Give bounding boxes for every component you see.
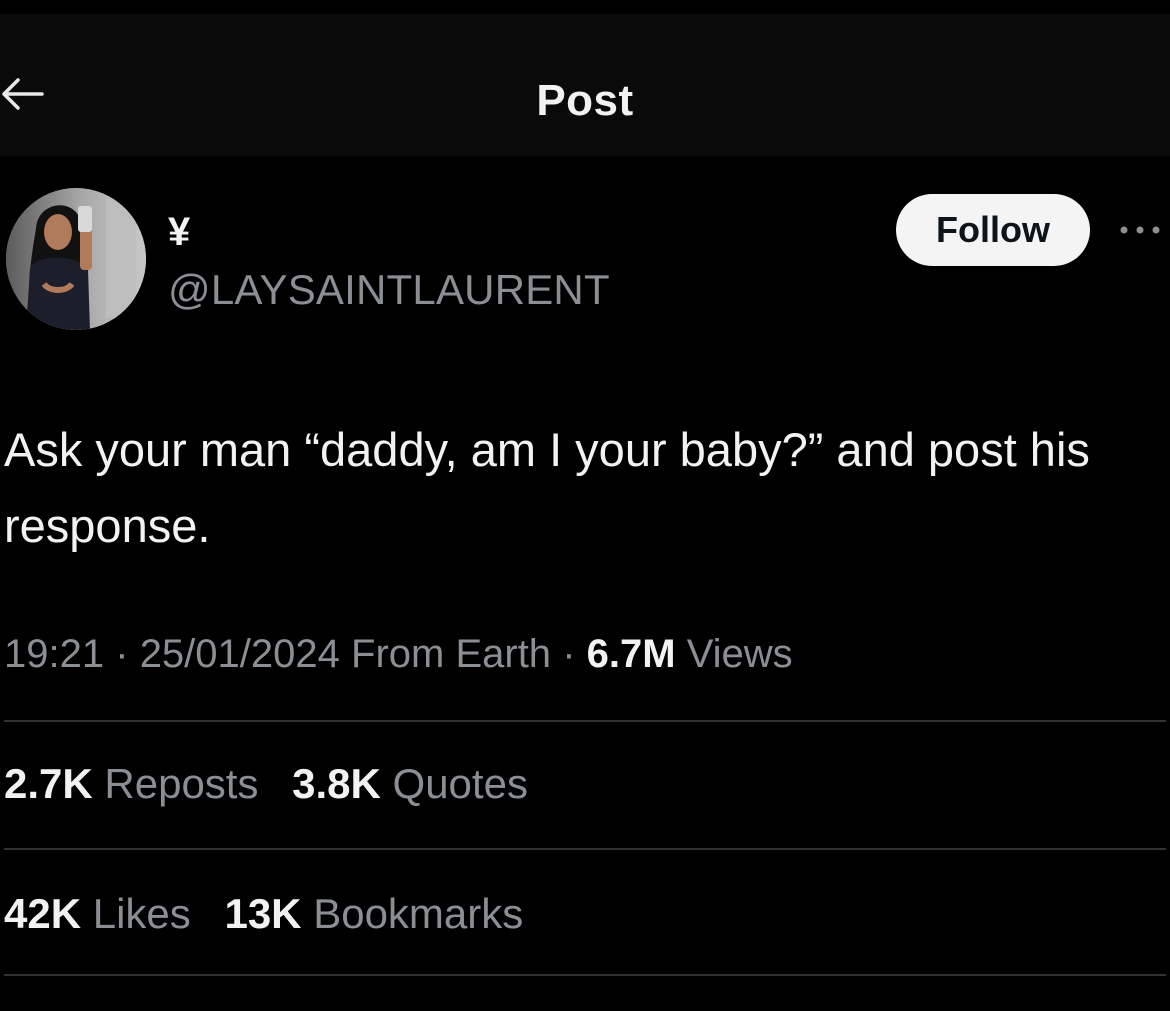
quotes-stat[interactable]: 3.8K Quotes (292, 760, 528, 807)
reposts-count: 2.7K (4, 760, 93, 807)
avatar[interactable] (6, 188, 146, 330)
bookmarks-stat[interactable]: 13K Bookmarks (224, 890, 523, 937)
top-bar: Post (0, 14, 1170, 156)
page-title: Post (536, 76, 634, 125)
views-count: 6.7M (586, 632, 676, 676)
post-date[interactable]: 25/01/2024 (140, 632, 340, 676)
likes-count: 42K (4, 890, 82, 937)
post-time[interactable]: 19:21 (4, 632, 104, 676)
quotes-label: Quotes (392, 760, 528, 807)
author-handle[interactable]: @LAYSAINTLAURENT (168, 266, 610, 314)
stats-row-saves: 42K Likes 13K Bookmarks (4, 890, 545, 938)
quotes-count: 3.8K (292, 760, 381, 807)
post-source: From Earth (351, 632, 552, 676)
post-text: Ask your man “daddy, am I your baby?” an… (4, 423, 1090, 552)
divider (4, 720, 1166, 722)
stats-row-engagement: 2.7K Reposts 3.8K Quotes (4, 760, 550, 808)
divider (4, 848, 1166, 850)
bookmarks-label: Bookmarks (313, 890, 524, 937)
more-horizontal-icon (1120, 226, 1160, 234)
likes-stat[interactable]: 42K Likes (4, 890, 191, 937)
more-options-button[interactable] (1118, 216, 1162, 244)
reposts-label: Reposts (104, 760, 259, 807)
views-label: Views (686, 632, 793, 676)
likes-label: Likes (92, 890, 191, 937)
divider (4, 974, 1166, 976)
meta-separator: · (562, 632, 576, 676)
author-display-name[interactable]: ¥ (168, 210, 190, 255)
meta-separator: · (115, 632, 129, 676)
reposts-stat[interactable]: 2.7K Reposts (4, 760, 258, 807)
post-meta: 19:21 · 25/01/2024 From Earth · 6.7M Vie… (4, 632, 793, 677)
bookmarks-count: 13K (224, 890, 302, 937)
follow-button[interactable]: Follow (896, 194, 1090, 266)
